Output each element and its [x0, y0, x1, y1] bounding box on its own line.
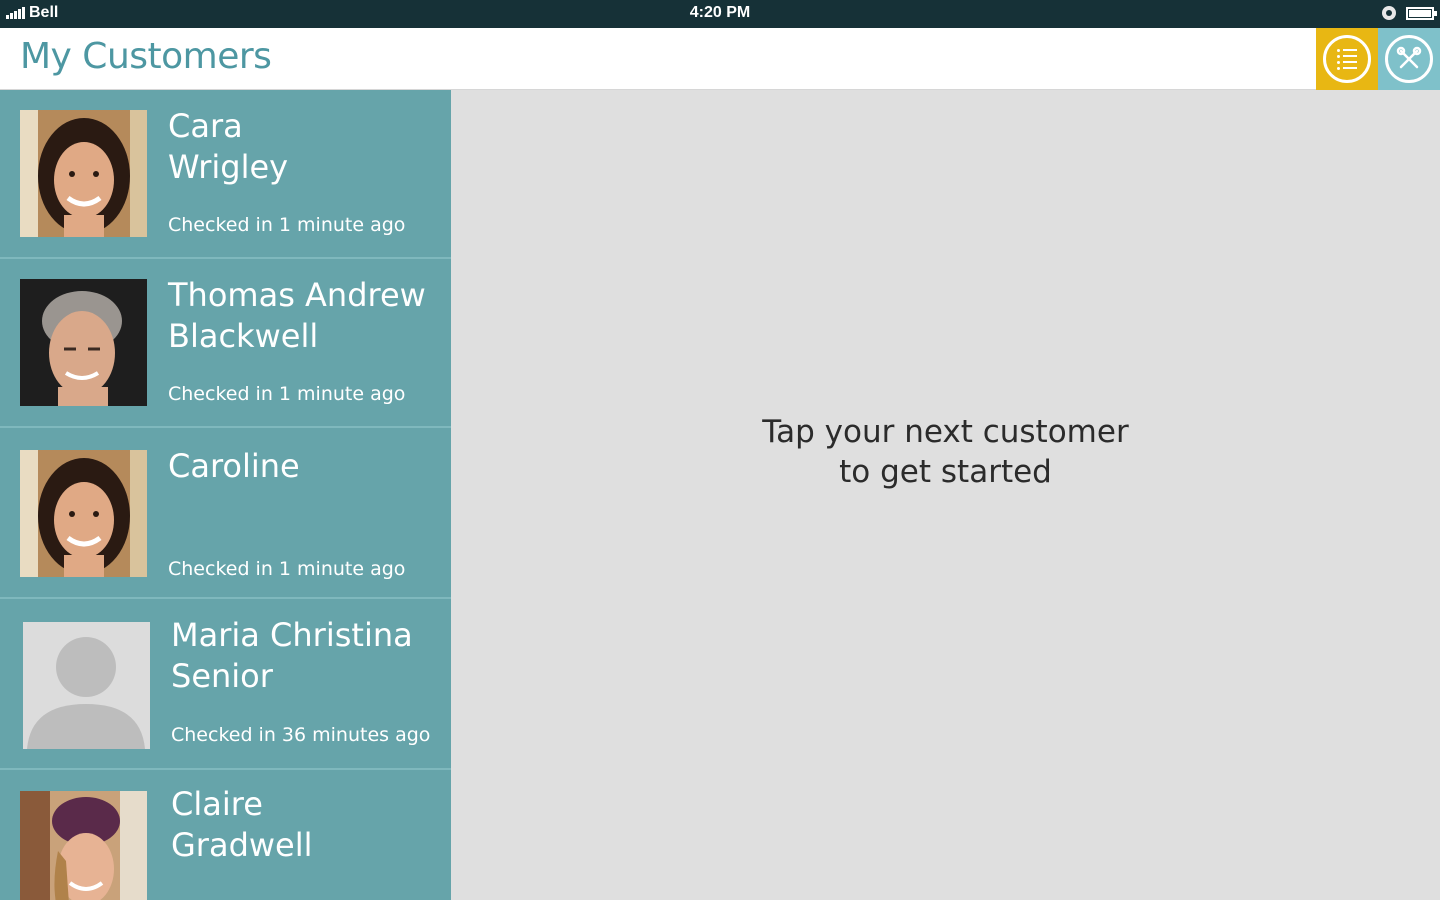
page-title: My Customers: [20, 36, 272, 77]
customer-name: Cara Wrigley: [168, 107, 289, 186]
avatar: [20, 110, 147, 237]
check-in-status: Checked in 36 minutes ago: [171, 724, 431, 746]
empty-state-message: Tap your next customer to get started: [451, 412, 1440, 492]
status-right: [1382, 6, 1437, 20]
avatar: [20, 450, 147, 577]
sync-icon: [1382, 6, 1396, 20]
avatar: [20, 279, 147, 406]
customer-item[interactable]: Caroline Checked in 1 minute ago: [0, 430, 451, 599]
list-icon: [1323, 35, 1371, 83]
list-view-button[interactable]: [1316, 28, 1378, 90]
customer-name: Claire Gradwell: [171, 785, 313, 864]
tools-icon: [1385, 35, 1433, 83]
empty-state-line-2: to get started: [839, 454, 1052, 490]
status-bar: Bell 4:20 PM: [0, 0, 1440, 28]
customer-item[interactable]: Cara Wrigley Checked in 1 minute ago: [0, 90, 451, 259]
battery-icon: [1406, 6, 1437, 20]
check-in-status: Checked in 1 minute ago: [168, 214, 406, 236]
customer-item[interactable]: Maria Christina Senior Checked in 36 min…: [0, 601, 451, 770]
person-placeholder-icon: [23, 622, 150, 749]
app-header: My Customers: [0, 28, 1440, 90]
empty-state-line-1: Tap your next customer: [762, 414, 1129, 450]
avatar: [20, 791, 147, 900]
check-in-status: Checked in 1 minute ago: [168, 383, 406, 405]
customer-name: Caroline: [168, 447, 300, 485]
status-time: 4:20 PM: [689, 4, 751, 21]
customer-name: Thomas Andrew Blackwell: [168, 276, 426, 355]
customer-list[interactable]: Cara Wrigley Checked in 1 minute ago Tho…: [0, 90, 451, 900]
customer-item[interactable]: Thomas Andrew Blackwell Checked in 1 min…: [0, 259, 451, 428]
customer-item[interactable]: Claire Gradwell: [0, 771, 451, 900]
customer-name: Maria Christina Senior: [171, 616, 413, 695]
tools-button[interactable]: [1378, 28, 1440, 90]
check-in-status: Checked in 1 minute ago: [168, 558, 406, 580]
